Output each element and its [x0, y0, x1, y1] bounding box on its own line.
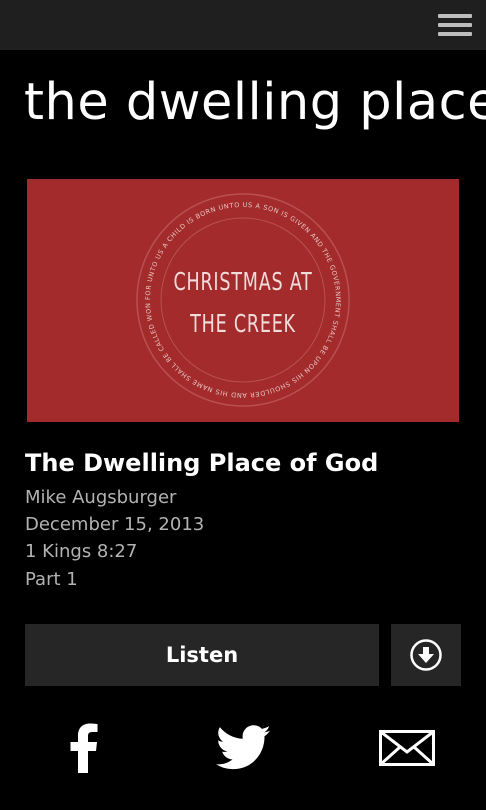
hamburger-menu-icon[interactable]: [438, 12, 472, 38]
twitter-icon: [216, 725, 271, 770]
email-share-button[interactable]: [378, 722, 436, 774]
email-icon: [379, 730, 435, 766]
artwork-line-2: THE CREEK: [190, 309, 296, 338]
listen-button-label: Listen: [165, 643, 239, 667]
menu-bar: [438, 32, 472, 36]
sermon-scripture: 1 Kings 8:27: [25, 541, 138, 562]
facebook-icon: [70, 723, 98, 773]
menu-bar: [438, 23, 472, 27]
app-bar: [0, 0, 486, 50]
twitter-share-button[interactable]: [214, 722, 274, 774]
page-title: the dwelling place of God: [24, 73, 486, 132]
menu-bar: [438, 14, 472, 18]
sermon-date: December 15, 2013: [25, 514, 205, 535]
sermon-part: Part 1: [25, 569, 78, 590]
artwork-line-1: CHRISTMAS AT: [173, 267, 313, 296]
sermon-speaker: Mike Augsburger: [25, 487, 177, 508]
artwork-ring: FOR UNTO US A CHILD IS BORN UNTO US A SO…: [27, 179, 350, 407]
listen-button[interactable]: Listen: [25, 624, 379, 686]
download-button[interactable]: [391, 624, 461, 686]
facebook-share-button[interactable]: [64, 722, 104, 774]
download-icon: [410, 639, 442, 671]
sermon-title: The Dwelling Place of God: [25, 449, 379, 477]
sermon-artwork: FOR UNTO US A CHILD IS BORN UNTO US A SO…: [27, 179, 459, 422]
